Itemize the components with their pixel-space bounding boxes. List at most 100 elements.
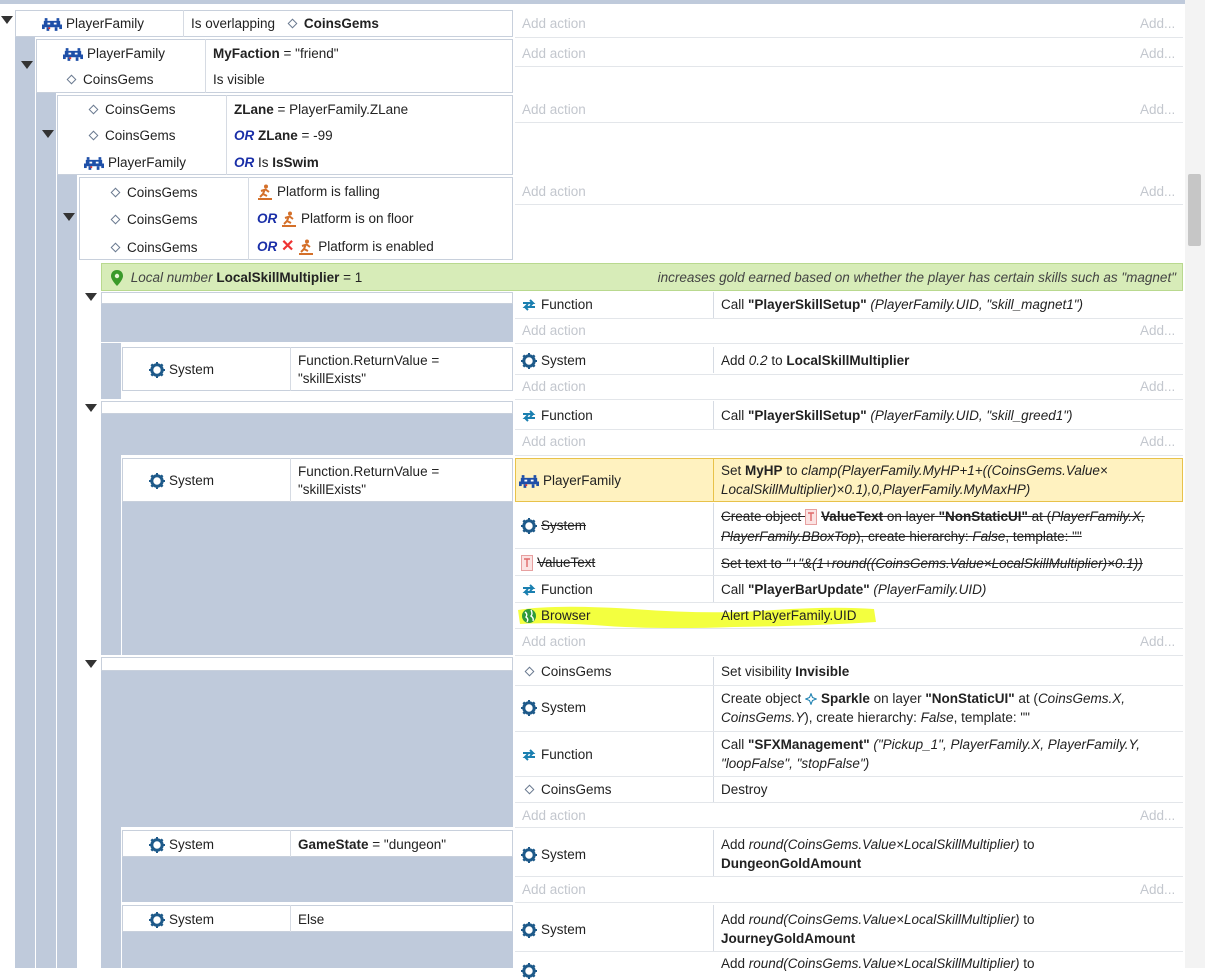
action-text[interactable]: Add 0.2 to LocalSkillMultiplier — [721, 352, 909, 369]
action-text[interactable]: Call "PlayerSkillSetup" (PlayerFamily.UI… — [721, 296, 1083, 313]
condition-object[interactable]: System — [149, 836, 214, 853]
condition-text[interactable]: OR ZLane = -99 — [234, 127, 333, 144]
add-more-link[interactable]: Add... — [1140, 378, 1175, 395]
action-text-line-2[interactable]: JourneyGoldAmount — [721, 930, 855, 947]
condition-text[interactable]: Else — [298, 911, 324, 928]
action-object[interactable]: Function — [521, 581, 593, 598]
action-object[interactable]: System — [521, 846, 586, 863]
collapse-toggle-event-4[interactable] — [63, 213, 75, 221]
add-action-link[interactable]: Add action — [522, 15, 586, 32]
action-text-line-2[interactable]: "loopFalse", "stopFalse") — [721, 755, 869, 772]
add-more-link[interactable]: Add... — [1140, 45, 1175, 62]
action-object[interactable]: System — [521, 699, 586, 716]
condition-text[interactable]: Is visible — [213, 71, 265, 88]
action-object[interactable]: Function — [521, 407, 593, 424]
condition-text[interactable]: Function.ReturnValue = — [298, 463, 439, 480]
empty-condition-block[interactable] — [101, 401, 513, 414]
condition-value[interactable]: "skillExists" — [298, 481, 366, 498]
condition-object[interactable]: CoinsGems — [66, 71, 154, 88]
action-text[interactable]: Call "PlayerBarUpdate" (PlayerFamily.UID… — [721, 581, 986, 598]
condition-object[interactable]: CoinsGems — [110, 211, 198, 228]
add-action-link[interactable]: Add action — [522, 433, 586, 450]
add-action-link[interactable]: Add action — [522, 45, 586, 62]
action-text[interactable]: Add round(CoinsGems.Value×LocalSkillMult… — [721, 836, 1035, 853]
action-text-line-2[interactable]: DungeonGoldAmount — [721, 855, 861, 872]
action-text[interactable]: Destroy — [721, 781, 768, 798]
action-text[interactable]: Create object Sparkle on layer "NonStati… — [721, 690, 1125, 707]
condition-text[interactable]: Function.ReturnValue = — [298, 352, 439, 369]
action-object[interactable] — [521, 962, 541, 979]
add-action-link[interactable]: Add action — [522, 633, 586, 650]
condition-object[interactable]: CoinsGems — [110, 184, 198, 201]
action-text-disabled-line-2[interactable]: PlayerFamily.BBoxTop), create hierarchy:… — [721, 528, 1082, 545]
collapse-toggle-block-1[interactable] — [85, 293, 97, 301]
condition-object[interactable]: System — [149, 911, 214, 928]
vertical-scrollbar[interactable] — [1185, 0, 1205, 968]
condition-text[interactable]: MyFaction = "friend" — [213, 45, 339, 62]
action-text[interactable]: Call "PlayerSkillSetup" (PlayerFamily.UI… — [721, 407, 1073, 424]
action-text-disabled[interactable]: Set text to "+"&(1+round((CoinsGems.Valu… — [721, 555, 1143, 572]
collapse-toggle-block-3[interactable] — [85, 660, 97, 668]
divider — [713, 292, 714, 318]
action-text[interactable]: Add round(CoinsGems.Value×LocalSkillMult… — [721, 955, 1035, 972]
condition-text[interactable]: Platform is falling — [257, 183, 380, 200]
add-action-link[interactable]: Add action — [522, 101, 586, 118]
add-more-link[interactable]: Add... — [1140, 322, 1175, 339]
add-action-link[interactable]: Add action — [522, 881, 586, 898]
condition-text[interactable]: OR ✕ Platform is enabled — [257, 238, 434, 255]
condition-text[interactable]: ZLane = PlayerFamily.ZLane — [234, 101, 408, 118]
add-more-link[interactable]: Add... — [1140, 101, 1175, 118]
condition-object[interactable]: PlayerFamily — [63, 45, 165, 62]
condition-text[interactable]: GameState = "dungeon" — [298, 836, 446, 853]
collapse-toggle-event-1[interactable] — [1, 16, 13, 24]
action-text[interactable]: Add round(CoinsGems.Value×LocalSkillMult… — [721, 911, 1035, 928]
add-action-link[interactable]: Add action — [522, 322, 586, 339]
collapse-toggle-event-3[interactable] — [42, 130, 54, 138]
add-more-link[interactable]: Add... — [1140, 433, 1175, 450]
condition-text[interactable]: Is overlapping CoinsGems — [191, 15, 379, 32]
action-text[interactable]: Set visibility Invisible — [721, 663, 849, 680]
add-more-link[interactable]: Add... — [1140, 15, 1175, 32]
add-action-link[interactable]: Add action — [522, 183, 586, 200]
action-object[interactable]: CoinsGems — [524, 663, 612, 680]
condition-object[interactable]: CoinsGems — [88, 127, 176, 144]
collapse-toggle-block-2[interactable] — [85, 404, 97, 412]
condition-object[interactable]: PlayerFamily — [42, 15, 144, 32]
collapse-toggle-event-2[interactable] — [21, 61, 33, 69]
local-variable[interactable]: Local number LocalSkillMultiplier = 1 — [111, 269, 362, 286]
divider — [290, 458, 291, 502]
action-object-disabled[interactable]: System — [521, 517, 586, 534]
action-object-disabled[interactable]: ValueText — [521, 554, 595, 571]
action-text-line-2[interactable]: CoinsGems.Y), create hierarchy: False, t… — [721, 709, 1030, 726]
condition-label: Platform is on floor — [301, 211, 414, 226]
action-object[interactable]: PlayerFamily — [519, 472, 621, 489]
condition-value[interactable]: "skillExists" — [298, 370, 366, 387]
action-object[interactable]: Function — [521, 746, 593, 763]
scrollbar-thumb[interactable] — [1188, 174, 1201, 246]
add-more-link[interactable]: Add... — [1140, 183, 1175, 200]
add-more-link[interactable]: Add... — [1140, 807, 1175, 824]
add-more-link[interactable]: Add... — [1140, 881, 1175, 898]
add-action-link[interactable]: Add action — [522, 807, 586, 824]
condition-object[interactable]: CoinsGems — [110, 239, 198, 256]
condition-object[interactable]: PlayerFamily — [84, 154, 186, 171]
condition-object[interactable]: CoinsGems — [88, 101, 176, 118]
condition-object[interactable]: System — [149, 472, 214, 489]
add-action-link[interactable]: Add action — [522, 378, 586, 395]
action-object[interactable]: CoinsGems — [524, 781, 612, 798]
empty-condition-block[interactable] — [101, 657, 513, 671]
action-text-line-2[interactable]: LocalSkillMultiplier)×0.1),0,PlayerFamil… — [721, 481, 1030, 498]
add-more-link[interactable]: Add... — [1140, 633, 1175, 650]
condition-text[interactable]: OR Is IsSwim — [234, 154, 319, 171]
action-text[interactable]: Call "SFXManagement" ("Pickup_1", Player… — [721, 736, 1140, 753]
action-text[interactable]: Alert PlayerFamily.UID — [721, 607, 857, 624]
condition-object[interactable]: System — [149, 361, 214, 378]
action-text-disabled[interactable]: Create object ValueText on layer "NonSta… — [721, 508, 1145, 525]
action-object[interactable]: Function — [521, 296, 593, 313]
action-object[interactable]: System — [521, 921, 586, 938]
action-object[interactable]: Browser — [521, 607, 591, 624]
action-object[interactable]: System — [521, 352, 586, 369]
action-text[interactable]: Set MyHP to clamp(PlayerFamily.MyHP+1+((… — [721, 462, 1108, 479]
condition-text[interactable]: OR Platform is on floor — [257, 210, 414, 227]
empty-condition-block[interactable] — [101, 292, 513, 304]
